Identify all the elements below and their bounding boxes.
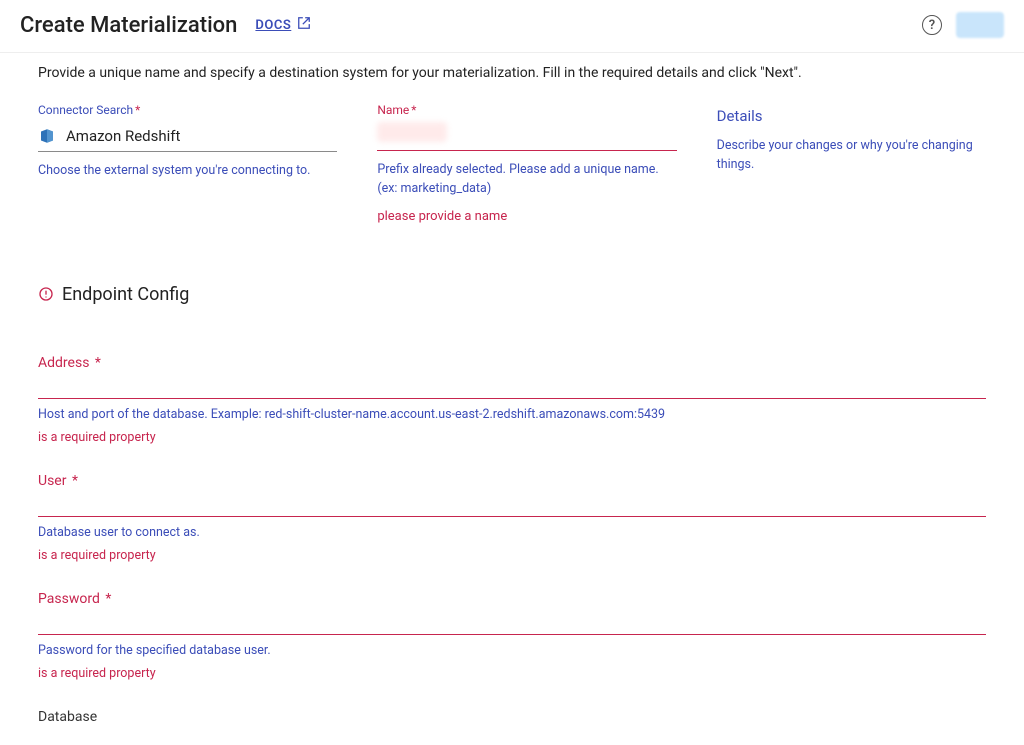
password-field: Password * Password for the specified da…: [38, 591, 986, 681]
avatar[interactable]: [956, 12, 1004, 38]
name-input[interactable]: [377, 123, 676, 151]
external-link-icon: [297, 16, 311, 34]
password-error: is a required property: [38, 666, 986, 681]
connector-label: Connector Search*: [38, 103, 337, 117]
password-help: Password for the specified database user…: [38, 643, 986, 658]
user-input[interactable]: [38, 493, 986, 517]
details-title: Details: [717, 103, 986, 125]
connector-value: Amazon Redshift: [66, 127, 180, 145]
name-help: Prefix already selected. Please add a un…: [377, 161, 676, 199]
details-column: Details Describe your changes or why you…: [717, 103, 986, 224]
details-help: Describe your changes or why you're chan…: [717, 137, 986, 175]
alert-circle-icon: [38, 286, 54, 302]
address-label: Address *: [38, 355, 986, 371]
database-label-cutoff: Database: [38, 709, 986, 725]
connector-column: Connector Search* Amazon Redshift Choose…: [38, 103, 337, 224]
required-star: *: [411, 103, 416, 117]
user-help: Database user to connect as.: [38, 525, 986, 540]
connector-help: Choose the external system you're connec…: [38, 162, 337, 181]
address-error: is a required property: [38, 430, 986, 445]
endpoint-config-title: Endpoint Config: [62, 284, 189, 305]
address-input[interactable]: [38, 375, 986, 399]
user-field: User * Database user to connect as. is a…: [38, 473, 986, 563]
page-title: Create Materialization: [20, 13, 237, 38]
user-label: User *: [38, 473, 986, 489]
connector-selector[interactable]: Amazon Redshift: [38, 123, 337, 152]
endpoint-config-header: Endpoint Config: [38, 284, 986, 305]
top-form-row: Connector Search* Amazon Redshift Choose…: [38, 103, 986, 224]
redshift-icon: [38, 127, 56, 145]
password-label: Password *: [38, 591, 986, 607]
docs-link[interactable]: DOCS: [255, 16, 311, 34]
required-star: *: [135, 103, 140, 117]
address-field: Address * Host and port of the database.…: [38, 355, 986, 445]
header-right: ?: [922, 12, 1004, 38]
header-left: Create Materialization DOCS: [20, 13, 311, 38]
user-error: is a required property: [38, 548, 986, 563]
name-column: Name* Prefix already selected. Please ad…: [377, 103, 676, 224]
name-error: please provide a name: [377, 209, 676, 224]
content: Provide a unique name and specify a dest…: [0, 53, 1024, 745]
instructions: Provide a unique name and specify a dest…: [38, 65, 986, 81]
name-label: Name*: [377, 103, 676, 117]
password-input[interactable]: [38, 611, 986, 635]
docs-label: DOCS: [255, 18, 291, 33]
address-help: Host and port of the database. Example: …: [38, 407, 986, 422]
help-button[interactable]: ?: [922, 15, 942, 35]
header: Create Materialization DOCS ?: [0, 0, 1024, 53]
